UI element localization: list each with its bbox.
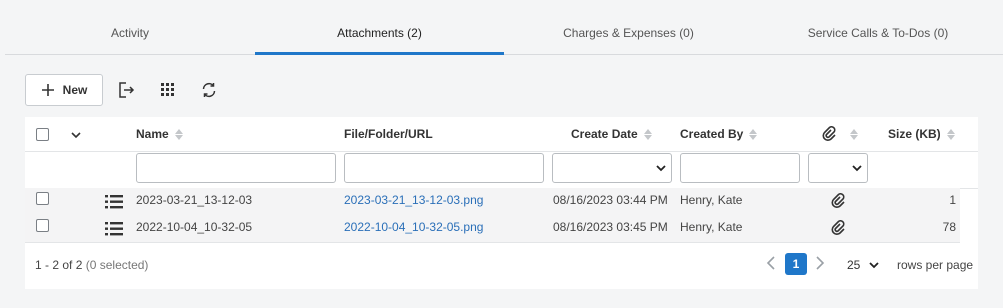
row-size: 1 — [949, 193, 956, 207]
record-count: 1 - 2 of 2 (0 selected) — [35, 258, 148, 272]
tab-service-calls[interactable]: Service Calls & To-Dos (0) — [753, 12, 1003, 54]
sort-icon — [749, 128, 758, 140]
grid-footer: 1 - 2 of 2 (0 selected) 1 25 rows per pa… — [25, 242, 978, 289]
row-created-by: Henry, Kate — [680, 220, 743, 234]
attachment-filter-select[interactable] — [808, 153, 868, 183]
column-header-created-by-label: Created By — [680, 127, 744, 141]
page-button-current[interactable]: 1 — [785, 253, 807, 275]
row-checkbox[interactable] — [36, 219, 49, 232]
file-filter-input[interactable] — [344, 153, 544, 183]
plus-icon — [41, 84, 54, 96]
column-header-create-date-label: Create Date — [571, 127, 638, 141]
new-button[interactable]: New — [25, 74, 103, 106]
chevron-down-icon[interactable] — [70, 129, 82, 143]
column-header-file[interactable]: File/Folder/URL — [344, 117, 433, 151]
row-create-date: 08/16/2023 03:45 PM — [553, 220, 668, 234]
row-create-date: 08/16/2023 03:44 PM — [553, 193, 668, 207]
column-header-size[interactable]: Size (KB) — [888, 117, 955, 151]
export-icon[interactable] — [115, 79, 137, 101]
sort-icon — [850, 128, 858, 140]
row-checkbox[interactable] — [36, 192, 49, 205]
sort-icon — [643, 128, 652, 140]
refresh-icon[interactable] — [198, 79, 220, 101]
new-button-label: New — [62, 83, 88, 97]
grid-header: Name File/Folder/URL Create Date Created… — [25, 117, 978, 152]
create-date-filter-select[interactable] — [552, 153, 672, 183]
row-file-link[interactable]: 2022-10-04_10-32-05.png — [344, 215, 483, 241]
row-size: 78 — [942, 220, 956, 234]
chevron-left-icon[interactable] — [766, 255, 776, 274]
row-name: 2022-10-04_10-32-05 — [136, 220, 253, 234]
chevron-down-icon — [869, 262, 879, 269]
row-file-link[interactable]: 2023-03-21_13-12-03.png — [344, 188, 483, 214]
attachments-grid: Name File/Folder/URL Create Date Created… — [25, 117, 978, 289]
page-size-value: 25 — [847, 258, 861, 272]
name-filter-input[interactable] — [136, 153, 336, 183]
paperclip-icon[interactable] — [831, 220, 845, 239]
grid-columns-icon[interactable] — [157, 79, 179, 101]
page-size-select[interactable]: 25 — [847, 255, 891, 275]
record-range: 1 - 2 of 2 — [35, 258, 83, 272]
table-row[interactable]: 2022-10-04_10-32-05 2022-10-04_10-32-05.… — [25, 215, 960, 243]
tab-attachments[interactable]: Attachments (2) — [255, 12, 504, 55]
created-by-filter-input[interactable] — [680, 153, 800, 183]
tab-charges-expenses[interactable]: Charges & Expenses (0) — [504, 12, 753, 54]
column-header-create-date[interactable]: Create Date — [571, 117, 652, 151]
rows-per-page-label: rows per page — [897, 258, 974, 272]
paperclip-icon[interactable] — [831, 193, 845, 212]
column-header-created-by[interactable]: Created By — [680, 117, 758, 151]
column-header-name-label: Name — [136, 127, 169, 141]
chevron-down-icon — [852, 165, 862, 172]
select-all-checkbox[interactable] — [36, 128, 49, 141]
row-created-by: Henry, Kate — [680, 193, 743, 207]
list-icon[interactable] — [105, 222, 123, 239]
column-header-attachment[interactable] — [822, 117, 858, 151]
tab-activity[interactable]: Activity — [5, 12, 255, 54]
list-icon[interactable] — [105, 195, 123, 212]
filter-row — [25, 151, 978, 189]
column-header-file-label: File/Folder/URL — [344, 127, 433, 141]
tab-bar: Activity Attachments (2) Charges & Expen… — [5, 12, 1003, 55]
selected-count: (0 selected) — [85, 258, 149, 272]
chevron-down-icon — [656, 165, 666, 172]
sort-icon — [946, 128, 955, 140]
column-header-name[interactable]: Name — [136, 117, 183, 151]
column-header-size-label: Size (KB) — [888, 127, 941, 141]
sort-icon — [174, 128, 183, 140]
paperclip-icon — [822, 126, 836, 142]
row-name: 2023-03-21_13-12-03 — [136, 193, 253, 207]
chevron-right-icon[interactable] — [815, 255, 825, 274]
table-row[interactable]: 2023-03-21_13-12-03 2023-03-21_13-12-03.… — [25, 188, 960, 216]
